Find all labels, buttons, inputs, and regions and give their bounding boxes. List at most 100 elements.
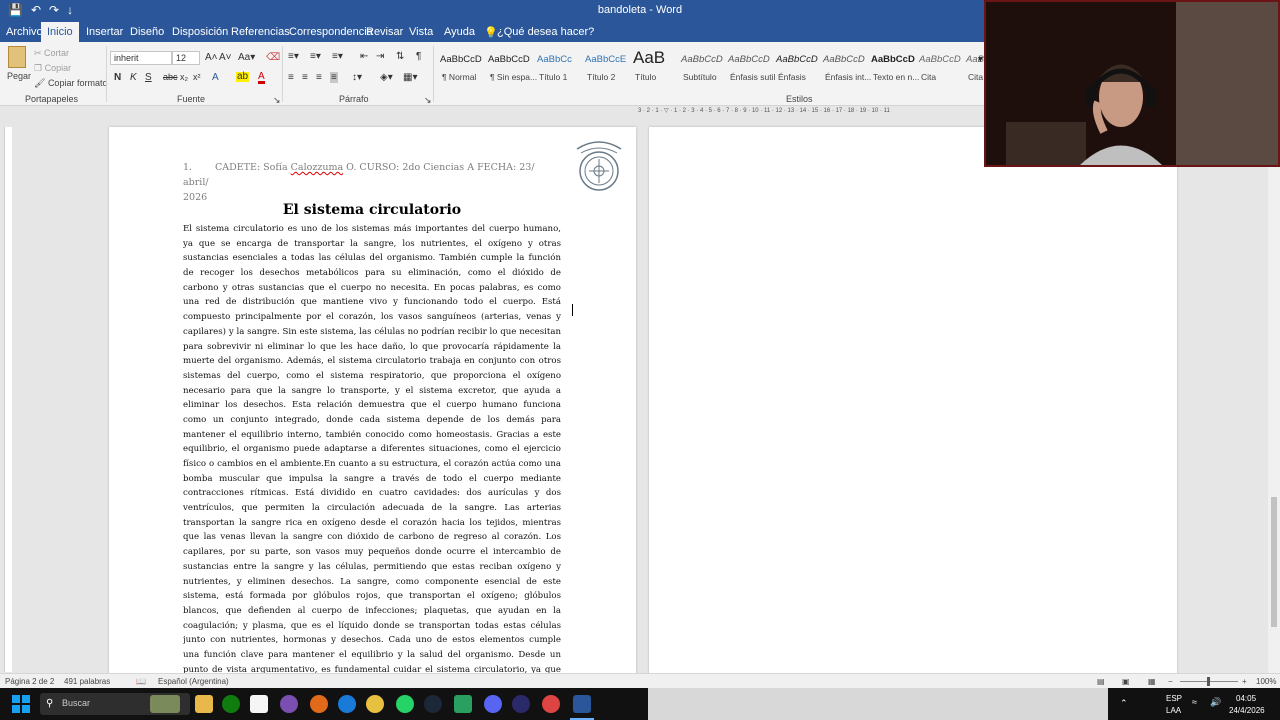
font-dialog-icon[interactable]: ↘ (273, 95, 281, 106)
style-name[interactable]: Título 2 (587, 72, 615, 82)
word-taskbar-icon[interactable] (573, 695, 591, 713)
align-center-icon[interactable]: ≡ (302, 72, 308, 83)
bold-button[interactable]: N (114, 72, 121, 83)
style-name[interactable]: Cita (921, 72, 936, 82)
font-size-select[interactable]: 12 (172, 51, 200, 65)
font-family-select[interactable]: inherit (110, 51, 172, 65)
increase-indent-icon[interactable]: ⇥ (376, 51, 384, 62)
style-preview[interactable]: AaBbCcD (823, 54, 865, 65)
strikethrough-button[interactable]: abc (163, 72, 178, 82)
zoom-slider-thumb[interactable] (1207, 677, 1210, 686)
word-count[interactable]: 491 palabras (64, 677, 110, 686)
app-icon-4[interactable] (512, 695, 530, 713)
copy-button[interactable]: ❐ Copiar (34, 63, 71, 74)
scrollbar-thumb[interactable] (1271, 497, 1277, 627)
style-preview[interactable]: AaBbCcD (728, 54, 770, 65)
read-mode-icon[interactable]: ▤ (1097, 677, 1105, 686)
style-name[interactable]: Título (635, 72, 656, 82)
borders-icon[interactable]: ▦▾ (403, 72, 417, 83)
input-language[interactable]: ESP (1166, 694, 1182, 703)
zoom-in-icon[interactable]: + (1242, 677, 1247, 686)
tell-me-search[interactable]: ¿Qué desea hacer? (497, 26, 594, 38)
style-name[interactable]: Énfasis (778, 72, 806, 82)
style-name[interactable]: Subtítulo (683, 72, 717, 82)
text-effects-icon[interactable]: A (212, 72, 219, 83)
style-preview[interactable]: AaBbCcD (919, 54, 961, 65)
document-page-2[interactable] (649, 127, 1177, 675)
change-case-icon[interactable]: Aa▾ (238, 52, 255, 63)
paste-icon[interactable] (8, 46, 26, 68)
styles-more-icon[interactable]: ▾ (978, 54, 983, 65)
style-name[interactable]: Título 1 (539, 72, 567, 82)
style-name[interactable]: Énfasis int... (825, 72, 871, 82)
decrease-indent-icon[interactable]: ⇤ (360, 51, 368, 62)
paste-button[interactable]: Pegar (7, 71, 31, 81)
steam-icon[interactable] (424, 695, 442, 713)
vertical-scrollbar[interactable] (1268, 117, 1280, 673)
clear-formatting-icon[interactable]: ⌫ (266, 52, 280, 63)
edge-icon[interactable] (338, 695, 356, 713)
app-icon-1[interactable] (280, 695, 298, 713)
paragraph-dialog-icon[interactable]: ↘ (424, 95, 432, 106)
tab-diseno[interactable]: Diseño (130, 26, 164, 38)
page-count[interactable]: Página 2 de 2 (5, 677, 54, 686)
zoom-level[interactable]: 100% (1256, 677, 1276, 686)
tab-inicio[interactable]: Inicio (41, 22, 79, 42)
format-painter-button[interactable]: 🖌 Copiar formato (34, 78, 107, 89)
zoom-out-icon[interactable]: − (1168, 677, 1173, 686)
style-name[interactable]: ¶ Normal (442, 72, 476, 82)
tab-referencias[interactable]: Referencias (231, 26, 290, 38)
chrome-icon[interactable] (366, 695, 384, 713)
clock-time[interactable]: 04:05 (1236, 694, 1256, 703)
language-indicator[interactable]: Español (Argentina) (158, 677, 229, 686)
print-layout-icon[interactable]: ▣ (1122, 677, 1130, 686)
font-color-icon[interactable]: A (258, 72, 265, 84)
tab-disposicion[interactable]: Disposición (172, 26, 228, 38)
taskbar-search-highlight-icon[interactable] (150, 695, 180, 713)
cut-button[interactable]: ✂ Cortar (34, 48, 69, 59)
style-name[interactable]: ¶ Sin espa... (490, 72, 537, 82)
proofing-icon[interactable]: 📖 (136, 677, 146, 686)
web-layout-icon[interactable]: ▦ (1148, 677, 1156, 686)
style-preview[interactable]: AaBbCcE (585, 54, 626, 65)
shrink-font-icon[interactable]: A˅ (219, 52, 232, 63)
volume-icon[interactable]: 🔊 (1210, 697, 1221, 708)
vertical-ruler[interactable] (4, 127, 12, 672)
underline-button[interactable]: S (145, 72, 152, 83)
tab-correspondencia[interactable]: Correspondencia (289, 26, 373, 38)
style-preview[interactable]: AaBbCcD (871, 54, 915, 65)
style-preview[interactable]: AaBbCcD (681, 54, 723, 65)
tab-archivo[interactable]: Archivo (6, 26, 43, 38)
sort-icon[interactable]: ⇅ (396, 51, 404, 62)
show-marks-icon[interactable]: ¶ (416, 51, 421, 62)
document-page-1[interactable]: 1. CADETE: Sofía Calozzuma O. CURSO: 2do … (109, 127, 636, 675)
store-icon[interactable] (250, 695, 268, 713)
tab-ayuda[interactable]: Ayuda (444, 26, 475, 38)
spelling-error[interactable]: Calozzuma (291, 162, 344, 173)
bullets-icon[interactable]: ≡▾ (288, 51, 299, 62)
align-left-icon[interactable]: ≡ (288, 72, 294, 83)
app-icon-2[interactable] (310, 695, 328, 713)
line-spacing-icon[interactable]: ↕▾ (352, 72, 362, 83)
windows-start-icon[interactable] (12, 695, 30, 713)
horizontal-ruler[interactable]: 3 · 2 · 1 · ▽ · 1 · 2 · 3 · 4 · 5 · 6 · … (638, 107, 983, 117)
grow-font-icon[interactable]: A˄ (205, 52, 218, 63)
subscript-button[interactable]: x₂ (180, 72, 188, 82)
app-icon-3[interactable] (454, 695, 472, 713)
style-preview[interactable]: AaBbCcD (776, 54, 818, 65)
align-right-icon[interactable]: ≡ (316, 72, 322, 83)
style-preview[interactable]: AaBbCc (537, 54, 572, 65)
italic-button[interactable]: K (130, 72, 137, 83)
discord-icon[interactable] (484, 695, 502, 713)
shading-icon[interactable]: ◈▾ (380, 72, 393, 83)
multilevel-list-icon[interactable]: ≡▾ (332, 51, 343, 62)
style-name[interactable]: Texto en n... (873, 72, 919, 82)
wifi-icon[interactable]: ≈ (1192, 697, 1197, 707)
justify-icon[interactable]: ≡ (330, 72, 338, 83)
style-preview[interactable]: AaBbCcD (488, 54, 530, 65)
tab-revisar[interactable]: Revisar (366, 26, 403, 38)
style-name[interactable]: Cita (968, 72, 983, 82)
tray-chevron-icon[interactable]: ⌃ (1120, 698, 1128, 709)
file-explorer-icon[interactable] (195, 695, 213, 713)
superscript-button[interactable]: x² (193, 72, 201, 82)
